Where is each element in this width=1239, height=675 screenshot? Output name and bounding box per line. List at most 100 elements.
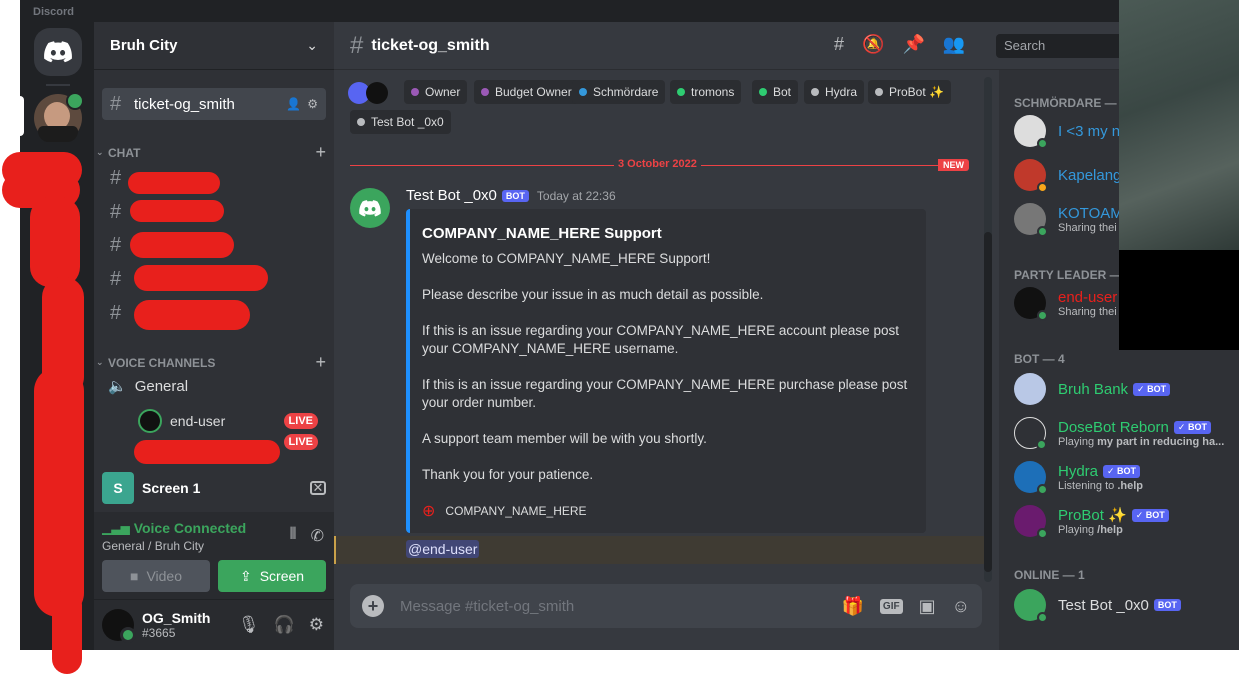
bot-badge: ✓ BOT	[1103, 464, 1141, 478]
gear-icon[interactable]: ⚙	[309, 615, 324, 635]
add-channel-icon[interactable]: +	[315, 352, 326, 373]
role-chip[interactable]: Test Bot _0x0	[350, 110, 451, 134]
embed-line: Please describe your issue in as much de…	[422, 287, 764, 302]
embed-line: If this is an issue regarding your COMPA…	[422, 323, 899, 356]
headphones-icon[interactable]: 🎧	[274, 615, 295, 635]
gif-button[interactable]: GIF	[879, 598, 903, 614]
message-input[interactable]: Message #ticket-og_smith	[400, 598, 842, 615]
video-frame	[1119, 0, 1239, 250]
bot-badge: ✓ BOT	[1131, 508, 1169, 522]
member-item[interactable]: Hydra ✓ BOT Listening to .help	[1014, 456, 1229, 498]
redaction-mark[interactable]	[128, 172, 220, 194]
app-brand: Discord	[33, 6, 74, 18]
user-mention[interactable]: @end-user	[406, 540, 480, 558]
role-chip[interactable]: tromons	[670, 80, 742, 104]
role-chip[interactable]: Hydra	[804, 80, 865, 104]
new-badge: NEW	[938, 159, 969, 171]
video-overlay[interactable]	[1119, 0, 1239, 350]
member-activity: Sharing thei	[1058, 305, 1117, 318]
member-name: Bruh Bank	[1058, 380, 1129, 398]
category-voice-channels[interactable]: ⌄ VOICE CHANNELS +	[96, 352, 326, 373]
role-chip[interactable]: Schmördare	[572, 80, 666, 104]
noise-suppression-icon[interactable]: ⦀	[290, 526, 297, 546]
divider-date: 3 October 2022	[614, 158, 701, 170]
redaction-mark[interactable]	[130, 200, 224, 222]
hashtag-icon: #	[350, 31, 364, 59]
member-item[interactable]: ProBot ✨ ✓ BOT Playing /help	[1014, 500, 1229, 542]
channel-ticket-og-smith[interactable]: # ticket-og_smith 👤 ⚙	[102, 88, 326, 120]
member-item[interactable]: Test Bot _0x0 BOT	[1014, 584, 1229, 626]
member-activity: Playing /help	[1058, 524, 1123, 536]
voice-user-end-user[interactable]: end-user LIVE	[138, 409, 318, 433]
redaction-mark	[2, 152, 82, 188]
role-chip[interactable]: Budget Owner	[474, 80, 579, 104]
avatar	[1014, 505, 1048, 539]
avatar	[1014, 589, 1048, 623]
server-icon-bruh-city[interactable]	[34, 92, 84, 142]
embed-line: Welcome to COMPANY_NAME_HERE Support!	[422, 251, 711, 266]
server-rail	[2, 22, 94, 650]
close-icon[interactable]: ✕	[310, 480, 326, 495]
scrollbar-thumb[interactable]	[984, 232, 992, 572]
member-name: I <3 my n	[1058, 122, 1121, 140]
title-bar: Discord	[20, 0, 1239, 22]
role-chip[interactable]: ProBot ✨	[868, 80, 951, 104]
emoji-icon[interactable]: ☺	[952, 596, 970, 617]
screen-thumbnail: S	[102, 472, 134, 504]
message-author[interactable]: Test Bot _0x0	[406, 187, 497, 204]
redaction-mark[interactable]	[130, 232, 234, 258]
message-composer[interactable]: + Message #ticket-og_smith 🎁 GIF ▣ ☺	[350, 584, 982, 628]
screen-button[interactable]: ⇪ Screen	[218, 560, 326, 592]
home-button[interactable]	[34, 28, 82, 76]
redaction-mark[interactable]	[134, 265, 268, 291]
voice-channel-label: General	[134, 377, 189, 395]
add-attachment-icon[interactable]: +	[362, 595, 384, 617]
avatar	[1014, 373, 1046, 405]
member-name: end-user	[1058, 288, 1118, 306]
chevron-down-icon: ⌄	[96, 357, 104, 367]
threads-icon[interactable]: #	[834, 34, 844, 55]
redaction-mark	[134, 440, 280, 464]
avatar[interactable]	[102, 609, 136, 643]
bot-badge: ✓ BOT	[1133, 382, 1171, 396]
bot-badge: BOT	[1153, 599, 1181, 611]
server-header[interactable]: Bruh City ⌄	[94, 22, 334, 70]
redaction-mark[interactable]	[134, 300, 250, 330]
microphone-icon[interactable]: 🎙	[238, 615, 260, 635]
live-badge: LIVE	[283, 413, 318, 429]
search-input[interactable]: Search	[996, 34, 1126, 58]
pin-icon[interactable]: 📌	[902, 34, 924, 55]
hashtag-icon: #	[110, 167, 122, 189]
discord-app: Discord Bruh City ⌄ # ticket-og_smith 👤 …	[2, 0, 1239, 650]
category-chat[interactable]: ⌄ CHAT +	[96, 142, 326, 163]
notification-bell-muted-icon[interactable]: 🔕	[862, 34, 884, 55]
screen-share-row[interactable]: S Screen 1 ✕	[102, 472, 326, 504]
username: OG_Smith	[142, 610, 211, 626]
gear-icon[interactable]: ⚙	[307, 97, 318, 111]
gift-icon[interactable]: 🎁	[842, 596, 864, 617]
member-item[interactable]: DoseBot Reborn ✓ BOT Playing my part in r…	[1014, 412, 1229, 454]
role-chip[interactable]: Owner	[404, 80, 468, 104]
avatar[interactable]	[350, 188, 390, 228]
member-list-icon[interactable]: 👥	[943, 34, 965, 55]
add-channel-icon[interactable]: +	[315, 142, 326, 163]
avatar	[1014, 287, 1048, 321]
voice-user-name: end-user	[170, 413, 226, 429]
member-item[interactable]: Bruh Bank ✓ BOT	[1014, 368, 1229, 410]
voice-status[interactable]: ▁▃▅ Voice Connected	[102, 520, 246, 536]
video-button[interactable]: ■ Video	[102, 560, 210, 592]
bot-badge: ✓ BOT	[1173, 420, 1211, 434]
hashtag-icon: #	[110, 268, 122, 290]
member-name: Test Bot _0x0	[1058, 596, 1149, 614]
role-chip[interactable]: Bot	[752, 80, 799, 104]
add-member-icon[interactable]: 👤	[286, 97, 301, 111]
voice-channel-general[interactable]: 🔈 General	[108, 377, 189, 396]
hashtag-icon: #	[110, 92, 122, 115]
embed-line: If this is an issue regarding your COMPA…	[422, 377, 908, 410]
disconnect-call-icon[interactable]: ✆	[311, 526, 324, 546]
member-section-header: PARTY LEADER —	[1014, 268, 1122, 282]
avatar	[138, 409, 162, 433]
member-section-header: ONLINE — 1	[1014, 568, 1085, 582]
sticker-icon[interactable]: ▣	[919, 596, 936, 617]
channel-label: ticket-og_smith	[134, 95, 235, 113]
